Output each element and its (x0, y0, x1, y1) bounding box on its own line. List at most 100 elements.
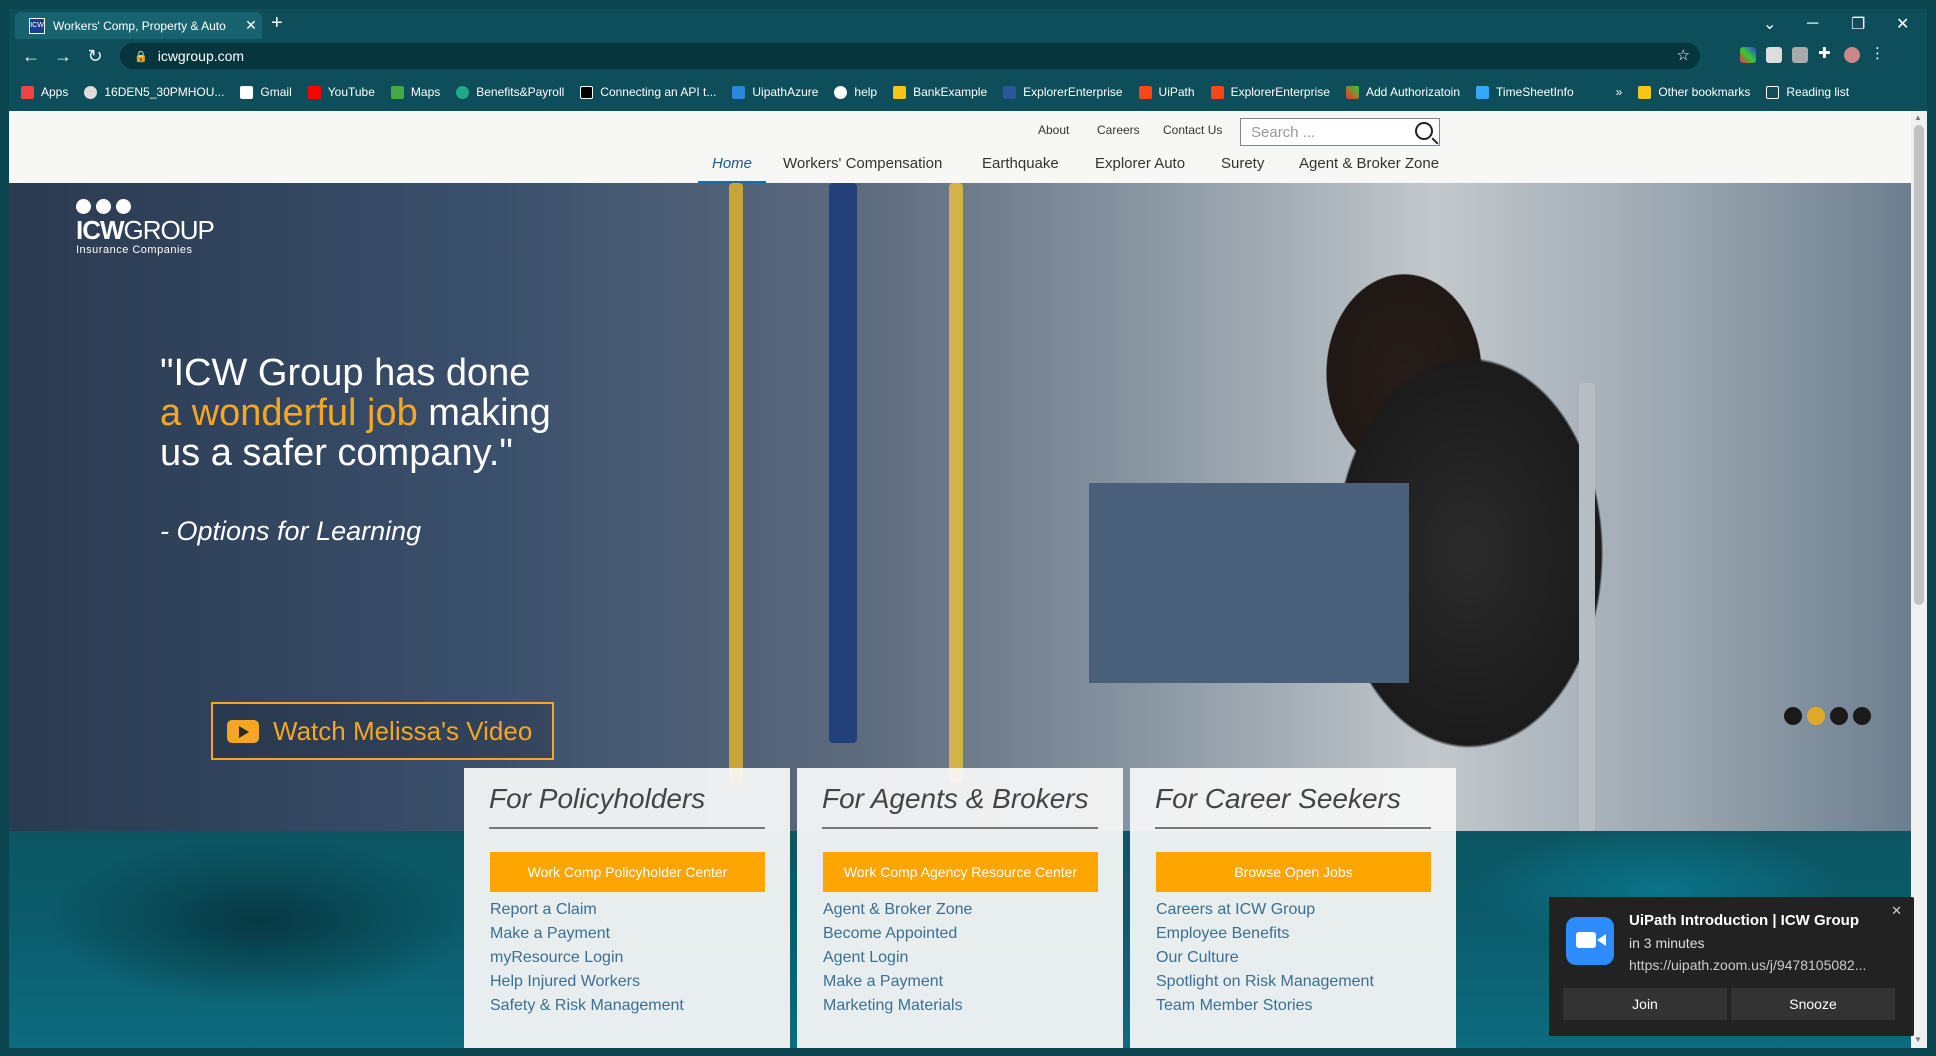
bookmark-item[interactable]: YouTube (307, 85, 375, 99)
meeting-link[interactable]: https://uipath.zoom.us/j/9478105082... (1629, 957, 1899, 973)
join-button[interactable]: Join (1563, 988, 1727, 1020)
carousel-dots (1784, 707, 1871, 725)
bookmark-item[interactable]: TimeSheetInfo (1476, 85, 1574, 99)
close-window-icon[interactable]: ✕ (1896, 9, 1909, 39)
search-icon[interactable] (1415, 122, 1433, 140)
icw-group-logo[interactable]: ICWGROUP Insurance Companies (76, 199, 215, 256)
bookmark-item[interactable]: ExplorerEnterprise (1210, 85, 1330, 99)
carousel-dot[interactable] (1853, 707, 1871, 725)
restore-icon[interactable]: ❐ (1851, 9, 1865, 39)
link-our-culture[interactable]: Our Culture (1156, 946, 1374, 970)
extension-cookie-icon[interactable] (1766, 47, 1782, 63)
nav-agent-broker-zone[interactable]: Agent & Broker Zone (1299, 155, 1439, 185)
hero-banner: ICWGROUP Insurance Companies "ICW Group … (9, 183, 1911, 831)
nav-surety[interactable]: Surety (1221, 155, 1264, 185)
extension-color-icon[interactable] (1740, 47, 1756, 63)
quote-highlight: a wonderful job (160, 392, 418, 434)
other-bookmarks[interactable]: Other bookmarks (1638, 85, 1750, 99)
nav-home[interactable]: Home (697, 155, 767, 185)
reload-icon[interactable]: ↻ (79, 46, 111, 67)
agency-resource-center-button[interactable]: Work Comp Agency Resource Center (823, 852, 1098, 892)
link-make-payment[interactable]: Make a Payment (823, 970, 972, 994)
back-icon[interactable]: ← (15, 46, 47, 67)
watch-video-button[interactable]: Watch Melissa's Video (211, 702, 554, 760)
snooze-button[interactable]: Snooze (1731, 988, 1895, 1020)
bookmark-item[interactable]: UiPath (1138, 85, 1195, 99)
bookmarks-overflow-button[interactable]: » (1616, 85, 1623, 99)
card-policyholders: For Policyholders Work Comp Policyholder… (464, 768, 790, 1048)
apps-grid-icon (21, 85, 34, 99)
bookmark-item[interactable]: ExplorerEnterprise (1003, 85, 1123, 99)
browse-jobs-button[interactable]: Browse Open Jobs (1156, 852, 1431, 892)
carousel-dot-active[interactable] (1807, 707, 1825, 725)
bank-icon (893, 85, 907, 99)
menu-kebab-icon[interactable]: ⋮ (1870, 44, 1886, 62)
nav-earthquake[interactable]: Earthquake (982, 155, 1059, 185)
link-employee-benefits[interactable]: Employee Benefits (1156, 922, 1374, 946)
link-myresource-login[interactable]: myResource Login (490, 946, 684, 970)
bookmark-item[interactable]: Add Authorizatoin (1345, 85, 1460, 99)
link-safety-risk[interactable]: Safety & Risk Management (490, 994, 684, 1018)
forward-icon[interactable]: → (47, 46, 79, 67)
quote-attribution: - Options for Learning (160, 516, 422, 546)
close-notification-icon[interactable]: ✕ (1891, 903, 1902, 919)
link-team-member-stories[interactable]: Team Member Stories (1156, 994, 1374, 1018)
gmail-icon (240, 85, 254, 99)
bookmark-item[interactable]: BankExample (893, 85, 987, 99)
minimize-icon[interactable]: ─ (1807, 9, 1818, 39)
bookmark-item[interactable]: 16DEN5_30PMHOU... (84, 85, 224, 99)
reading-list[interactable]: Reading list (1766, 85, 1849, 99)
scroll-down-icon[interactable]: ▼ (1914, 1035, 1922, 1044)
zoom-notification: UiPath Introduction | ICW Group in 3 min… (1549, 897, 1914, 1036)
close-tab-icon[interactable]: ✕ (240, 17, 262, 34)
link-marketing-materials[interactable]: Marketing Materials (823, 994, 972, 1018)
bookmark-item[interactable]: Connecting an API t... (580, 85, 716, 99)
link-agent-broker-zone[interactable]: Agent & Broker Zone (823, 898, 972, 922)
link-spotlight-risk[interactable]: Spotlight on Risk Management (1156, 970, 1374, 994)
github-icon (834, 85, 848, 99)
link-help-injured-workers[interactable]: Help Injured Workers (490, 970, 684, 994)
policyholder-center-button[interactable]: Work Comp Policyholder Center (490, 852, 765, 892)
azure-icon (732, 85, 746, 99)
tab-search-icon[interactable]: ⌄ (1763, 9, 1776, 39)
nav-about[interactable]: About (1038, 123, 1069, 137)
link-list: Report a Claim Make a Payment myResource… (490, 898, 684, 1018)
link-become-appointed[interactable]: Become Appointed (823, 922, 972, 946)
bookmark-star-icon[interactable]: ☆ (1677, 46, 1690, 64)
uipath-icon (1210, 85, 1224, 99)
address-bar[interactable]: 🔒 icwgroup.com ☆ (120, 43, 1700, 69)
search-placeholder: Search ... (1251, 123, 1316, 141)
card-title: For Agents & Brokers (822, 783, 1089, 814)
globe-icon (84, 85, 98, 99)
scrollbar-thumb[interactable] (1914, 125, 1924, 605)
logo-dots (76, 199, 214, 214)
extensions-puzzle-icon[interactable]: ✚ (1818, 44, 1834, 62)
link-make-payment[interactable]: Make a Payment (490, 922, 684, 946)
nav-careers[interactable]: Careers (1097, 123, 1140, 137)
nav-workers-compensation[interactable]: Workers' Compensation (783, 155, 942, 185)
folder-icon (1638, 85, 1652, 99)
nav-contact-us[interactable]: Contact Us (1163, 123, 1222, 137)
word-icon (1003, 85, 1017, 99)
profile-avatar[interactable] (1844, 47, 1860, 63)
bookmark-item[interactable]: Maps (390, 85, 440, 99)
bookmark-item[interactable]: Gmail (240, 85, 292, 99)
scroll-up-icon[interactable]: ▲ (1914, 113, 1922, 122)
extension-grid-icon[interactable] (1792, 47, 1808, 63)
card-career-seekers: For Career Seekers Browse Open Jobs Care… (1130, 768, 1456, 1048)
bookmark-item[interactable]: Apps (21, 85, 68, 99)
link-careers-at-icw[interactable]: Careers at ICW Group (1156, 898, 1374, 922)
carousel-dot[interactable] (1830, 707, 1848, 725)
new-tab-button[interactable]: + (271, 12, 283, 35)
link-report-claim[interactable]: Report a Claim (490, 898, 684, 922)
bookmark-item[interactable]: help (834, 85, 877, 99)
search-input[interactable]: Search ... (1240, 118, 1440, 146)
browser-tab[interactable]: ICW Workers' Comp, Property & Auto ✕ (15, 12, 262, 39)
carousel-dot[interactable] (1784, 707, 1802, 725)
bookmark-item[interactable]: UipathAzure (732, 85, 818, 99)
link-agent-login[interactable]: Agent Login (823, 946, 972, 970)
lock-icon: 🔒 (134, 50, 148, 63)
bookmark-item[interactable]: Benefits&Payroll (456, 85, 564, 99)
nav-explorer-auto[interactable]: Explorer Auto (1095, 155, 1185, 185)
meeting-title: UiPath Introduction | ICW Group (1629, 912, 1860, 929)
